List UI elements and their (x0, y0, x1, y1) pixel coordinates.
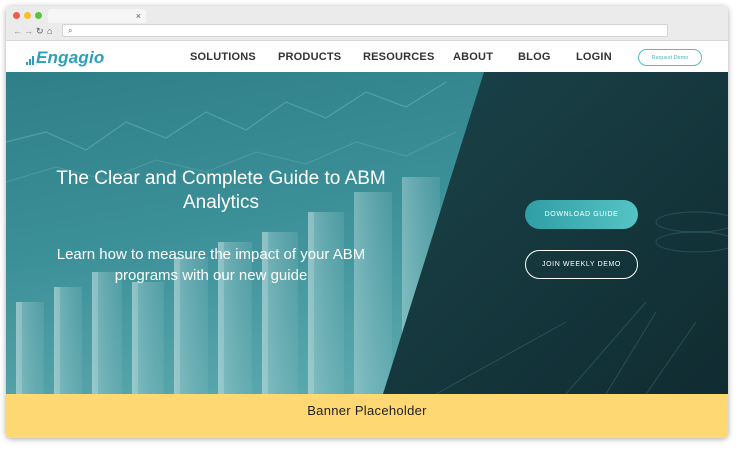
engagio-logo[interactable]: Engagio (26, 48, 104, 68)
banner-text: Banner Placeholder (307, 402, 427, 418)
hero-subtitle: Learn how to measure the impact of your … (56, 246, 366, 284)
search-icon: ⌕ (68, 26, 73, 35)
address-bar[interactable]: ⌕ (62, 24, 668, 37)
request-demo-button[interactable]: Request Demo (638, 49, 702, 66)
back-arrow-icon[interactable]: ← (13, 25, 22, 37)
home-icon[interactable]: ⌂ (47, 25, 52, 37)
minimize-window-icon[interactable] (24, 12, 31, 19)
forward-arrow-icon[interactable]: → (24, 25, 33, 37)
hero-background-image (6, 72, 728, 394)
browser-window: × ← → ↻ ⌂ ⌕ Engagio SOLUTIONS PRODUCTS R… (6, 6, 728, 438)
logo-mark-icon (26, 51, 34, 65)
close-window-icon[interactable] (13, 12, 20, 19)
reload-icon[interactable]: ↻ (36, 25, 44, 37)
download-guide-button[interactable]: DOWNLOAD GUIDE (525, 200, 638, 229)
nav-resources[interactable]: RESOURCES (363, 51, 434, 63)
join-weekly-demo-button[interactable]: JOIN WEEKLY DEMO (525, 250, 638, 279)
nav-about[interactable]: ABOUT (453, 51, 493, 63)
hero-title: The Clear and Complete Guide to ABM Anal… (56, 168, 386, 213)
banner-placeholder: Banner Placeholder (6, 394, 728, 438)
hero-section: The Clear and Complete Guide to ABM Anal… (6, 72, 728, 394)
nav-products[interactable]: PRODUCTS (278, 51, 341, 63)
nav-login[interactable]: LOGIN (576, 51, 612, 63)
nav-blog[interactable]: BLOG (518, 51, 551, 63)
logo-text: Engagio (36, 48, 105, 67)
maximize-window-icon[interactable] (35, 12, 42, 19)
tab-close-icon[interactable]: × (136, 9, 141, 23)
browser-tab[interactable]: × (48, 9, 146, 23)
nav-solutions[interactable]: SOLUTIONS (190, 51, 256, 63)
browser-chrome: × ← → ↻ ⌂ ⌕ (6, 6, 728, 41)
